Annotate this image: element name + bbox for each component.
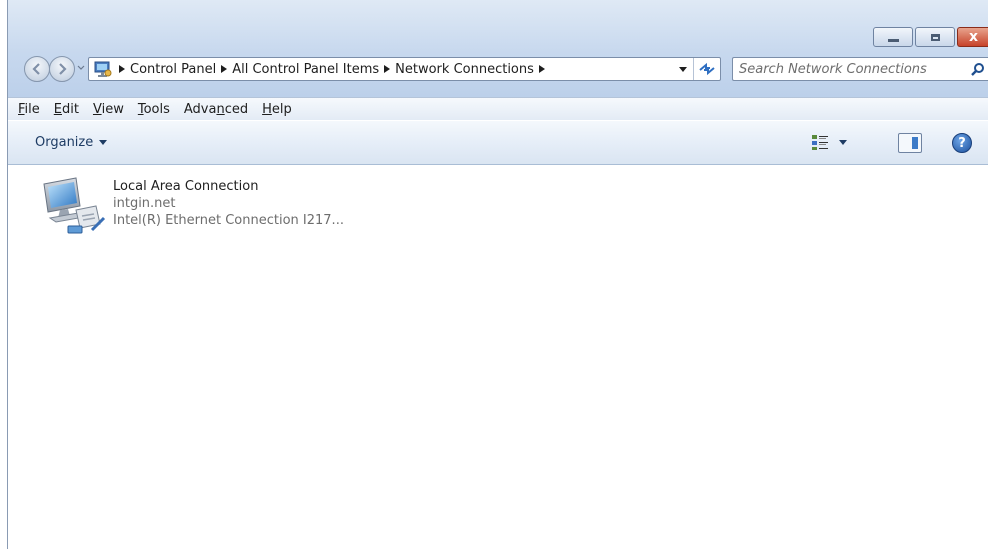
maximize-icon xyxy=(930,33,940,41)
breadcrumb-separator-icon[interactable] xyxy=(216,65,232,73)
close-button[interactable]: x xyxy=(957,27,988,47)
menu-help[interactable]: Help xyxy=(262,102,292,117)
change-view-button[interactable] xyxy=(811,134,847,150)
menu-view[interactable]: View xyxy=(93,102,124,117)
breadcrumb-network-connections[interactable]: Network Connections xyxy=(395,58,534,80)
maximize-button[interactable] xyxy=(915,27,955,47)
address-bar[interactable]: Control Panel All Control Panel Items Ne… xyxy=(88,57,721,81)
breadcrumb-separator-icon[interactable] xyxy=(379,65,395,73)
organize-label: Organize xyxy=(35,135,94,150)
breadcrumb-separator-icon[interactable] xyxy=(114,65,130,73)
chevron-down-icon xyxy=(679,66,687,72)
refresh-icon xyxy=(699,62,715,76)
search-icon[interactable] xyxy=(967,59,988,79)
menu-tools[interactable]: Tools xyxy=(138,102,170,117)
recent-pages-chevron-down-icon[interactable] xyxy=(76,63,86,73)
menu-file-label: ile xyxy=(24,101,40,117)
menu-advanced-accelerator: n xyxy=(216,101,225,117)
title-bar: x Control Panel All Control Panel Items … xyxy=(8,0,988,97)
menu-help-label: elp xyxy=(271,101,292,117)
breadcrumb-separator-icon[interactable] xyxy=(534,65,550,73)
menu-view-accelerator: V xyxy=(92,101,102,117)
menu-edit-accelerator: E xyxy=(53,101,62,117)
menu-view-label: iew xyxy=(101,101,124,117)
search-input[interactable] xyxy=(733,59,967,79)
refresh-button[interactable] xyxy=(693,58,720,80)
forward-arrow-icon xyxy=(59,63,67,75)
search-box[interactable] xyxy=(732,57,988,81)
chevron-down-icon[interactable] xyxy=(839,139,847,145)
connections-list: Local Area Connection intgin.net Intel(R… xyxy=(8,165,988,549)
connection-item-local-area[interactable]: Local Area Connection intgin.net Intel(R… xyxy=(38,174,378,244)
caption-buttons: x xyxy=(871,27,988,48)
help-icon: ? xyxy=(958,135,966,151)
control-panel-icon xyxy=(92,58,114,80)
forward-button[interactable] xyxy=(49,56,75,82)
explorer-window: x Control Panel All Control Panel Items … xyxy=(7,0,988,549)
details-view-icon xyxy=(812,135,828,150)
menu-edit-label: dit xyxy=(62,101,79,117)
chevron-down-icon xyxy=(99,140,108,145)
navigation-row: Control Panel All Control Panel Items Ne… xyxy=(8,55,988,85)
connection-details: Local Area Connection intgin.net Intel(R… xyxy=(113,174,344,244)
menu-advanced-label-start: Adva xyxy=(183,101,217,117)
connection-adapter: Intel(R) Ethernet Connection I217... xyxy=(113,213,344,228)
address-history-dropdown[interactable] xyxy=(674,58,692,80)
back-button[interactable] xyxy=(24,56,50,82)
network-adapter-icon xyxy=(38,174,108,242)
command-bar: Organize ? xyxy=(8,120,988,165)
menu-advanced[interactable]: Advanced xyxy=(184,102,248,117)
minimize-icon xyxy=(887,38,899,42)
breadcrumb-control-panel[interactable]: Control Panel xyxy=(130,58,216,80)
connection-name: Local Area Connection xyxy=(113,179,259,194)
minimize-button[interactable] xyxy=(873,27,913,47)
preview-pane-button[interactable] xyxy=(898,133,922,153)
organize-button[interactable]: Organize xyxy=(35,135,108,150)
connection-network: intgin.net xyxy=(113,196,176,211)
menu-file[interactable]: File xyxy=(18,102,40,117)
menu-edit[interactable]: Edit xyxy=(54,102,79,117)
close-icon: x xyxy=(968,29,979,45)
menu-advanced-label-end: ced xyxy=(224,101,249,117)
menu-bar: File Edit View Tools Advanced Help xyxy=(8,97,988,120)
breadcrumb-all-control-panel-items[interactable]: All Control Panel Items xyxy=(232,58,379,80)
help-button[interactable]: ? xyxy=(952,133,972,153)
menu-help-accelerator: H xyxy=(262,101,272,117)
back-arrow-icon xyxy=(32,63,40,75)
menu-tools-label: ools xyxy=(143,101,170,117)
